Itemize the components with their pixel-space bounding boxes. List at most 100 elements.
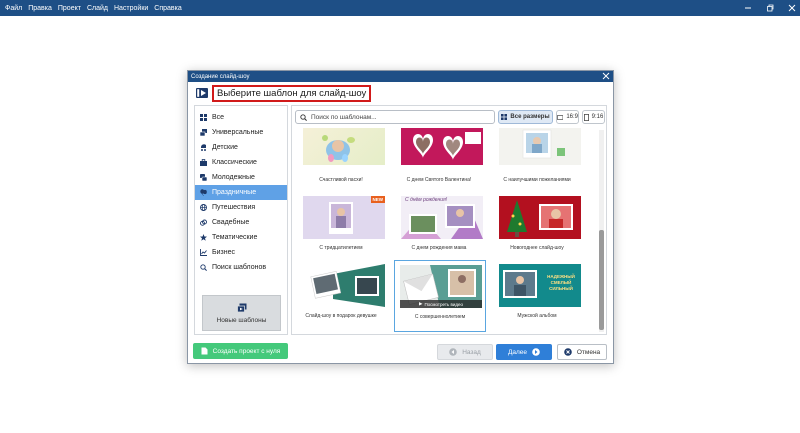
- template-thumbnail: NEW: [303, 196, 385, 239]
- new-templates-icon: [236, 303, 246, 312]
- template-card-best-wishes[interactable]: С наилучшими пожеланиями: [493, 128, 581, 196]
- template-card-girlfriend-gift[interactable]: Слайд-шоу в подарок девушке: [297, 264, 385, 332]
- rings-icon: [200, 219, 207, 226]
- back-button[interactable]: Назад: [437, 344, 493, 360]
- app-logo-icon: [196, 88, 208, 98]
- template-thumbnail: [303, 128, 385, 165]
- search-input[interactable]: Поиск по шаблонам...: [295, 110, 495, 124]
- template-caption: Новогоднее слайд-шоу: [510, 245, 564, 251]
- dialog-titlebar: Создание слайд-шоу: [188, 71, 613, 82]
- template-card-coming-of-age[interactable]: ▶ Посмотреть видео С совершеннолетием: [394, 260, 486, 332]
- cancel-icon: [564, 348, 572, 356]
- template-caption: Счастливой пасхи!: [319, 177, 363, 183]
- globe-icon: [200, 204, 207, 211]
- search-icon: [300, 113, 307, 121]
- chart-icon: [200, 249, 207, 256]
- sidebar-item-label: Поиск шаблонов: [212, 264, 267, 271]
- sidebar-item-label: Универсальные: [212, 129, 264, 136]
- app-menubar: Файл Правка Проект Слайд Настройки Справ…: [0, 0, 800, 16]
- filter-all-sizes-button[interactable]: Все размеры: [498, 110, 553, 124]
- next-label: Далее: [507, 348, 528, 356]
- create-from-scratch-button[interactable]: Создать проект с нуля: [193, 343, 288, 359]
- star-icon: [200, 234, 207, 241]
- play-icon: ▶: [418, 301, 423, 306]
- templates-scrollbar[interactable]: [599, 130, 604, 332]
- sidebar-item-label: Молодежные: [212, 174, 255, 181]
- template-thumbnail: [401, 128, 483, 165]
- sidebar-item-universal[interactable]: Универсальные: [195, 125, 287, 140]
- next-button[interactable]: Далее: [496, 344, 552, 360]
- sidebar-item-classic[interactable]: Классические: [195, 155, 287, 170]
- dialog-title: Создание слайд-шоу: [191, 73, 250, 80]
- sidebar-item-wedding[interactable]: Свадебные: [195, 215, 287, 230]
- template-caption: С днем Святого Валентина!: [406, 177, 472, 183]
- sidebar-item-business[interactable]: Бизнес: [195, 245, 287, 260]
- sidebar-item-holiday[interactable]: Праздничные: [195, 185, 287, 200]
- landscape-icon: [557, 114, 564, 120]
- template-caption: С тридцатилетием: [319, 245, 363, 251]
- maximize-icon[interactable]: [766, 4, 774, 12]
- sidebar-item-kids[interactable]: Детские: [195, 140, 287, 155]
- minimize-icon[interactable]: [744, 4, 752, 12]
- sidebar-item-label: Праздничные: [212, 189, 257, 196]
- preview-video-label: Посмотреть видео: [424, 301, 464, 307]
- template-caption: С днем рождения мама: [411, 245, 467, 251]
- sidebar-item-all[interactable]: Все: [195, 110, 287, 125]
- create-from-scratch-label: Создать проект с нуля: [212, 347, 281, 355]
- sidebar-item-label: Тематические: [212, 234, 258, 241]
- template-card-valentine[interactable]: С днем Святого Валентина!: [395, 128, 483, 196]
- scrollbar-thumb[interactable]: [599, 230, 604, 330]
- menu-project[interactable]: Проект: [58, 5, 81, 12]
- filter-all-sizes-label: Все размеры: [510, 114, 550, 120]
- create-slideshow-dialog: Создание слайд-шоу Выберите шаблон для с…: [187, 70, 614, 364]
- template-thumbnail: С днём рождения!: [401, 196, 483, 239]
- template-card-new-year[interactable]: Новогоднее слайд-шоу: [493, 196, 581, 264]
- easter-thumbnail-art: [322, 135, 355, 162]
- filter-9-16-button[interactable]: 9:16: [582, 110, 605, 124]
- menu-settings[interactable]: Настройки: [114, 5, 148, 12]
- preview-video-bar[interactable]: ▶ Посмотреть видео: [400, 300, 482, 308]
- stroller-icon: [201, 144, 206, 151]
- dialog-header: Выберите шаблон для слайд-шоу: [188, 82, 613, 104]
- sidebar-item-youth[interactable]: Молодежные: [195, 170, 287, 185]
- girlfriend-gift-thumbnail-art: [310, 264, 385, 307]
- new-project-icon: [201, 347, 208, 355]
- menu-help[interactable]: Справка: [154, 5, 181, 12]
- template-card-mens-album[interactable]: НАДЕЖНЫЙ СМЕЛЫЙ СИЛЬНЫЙ Мужской альбом: [493, 264, 581, 332]
- dialog-close-icon[interactable]: [602, 72, 610, 80]
- sidebar-item-thematic[interactable]: Тематические: [195, 230, 287, 245]
- template-caption: С совершеннолетием: [414, 314, 466, 320]
- template-caption: Слайд-шоу в подарок девушке: [305, 313, 377, 319]
- layers-icon: [200, 129, 207, 136]
- new-templates-button[interactable]: Новые шаблоны: [202, 295, 281, 331]
- balloons-icon: [200, 189, 207, 196]
- cancel-button[interactable]: Отмена: [557, 344, 607, 360]
- menu-file[interactable]: Файл: [5, 5, 22, 12]
- back-label: Назад: [462, 348, 481, 356]
- close-icon[interactable]: [788, 4, 796, 12]
- template-card-thirtieth[interactable]: NEW С тридцатилетием: [297, 196, 385, 264]
- filter-16-9-label: 16:9: [566, 114, 578, 120]
- search-placeholder: Поиск по шаблонам...: [311, 113, 377, 121]
- template-card-easter[interactable]: Счастливой пасхи!: [297, 128, 385, 196]
- template-overlay-text: С днём рождения!: [405, 197, 448, 203]
- grid-icon: [200, 114, 207, 121]
- new-templates-label: Новые шаблоны: [216, 316, 267, 324]
- sidebar-item-search[interactable]: Поиск шаблонов: [195, 260, 287, 275]
- menu-slide[interactable]: Слайд: [87, 5, 108, 12]
- menu-edit[interactable]: Правка: [28, 5, 52, 12]
- briefcase-icon: [200, 159, 207, 166]
- template-card-mom-birthday[interactable]: С днём рождения! С днем рождения мама: [395, 196, 483, 264]
- dialog-heading: Выберите шаблон для слайд-шоу: [212, 84, 372, 102]
- sidebar-item-label: Классические: [212, 159, 257, 166]
- template-caption: Мужской альбом: [517, 313, 557, 319]
- template-thumbnail: [499, 128, 581, 165]
- window-controls: [744, 0, 796, 16]
- grid-icon: [501, 114, 508, 120]
- filter-16-9-button[interactable]: 16:9: [556, 110, 579, 124]
- sidebar-item-travel[interactable]: Путешествия: [195, 200, 287, 215]
- sidebar-item-label: Детские: [212, 144, 238, 151]
- templates-panel: Поиск по шаблонам... Все размеры 16:9 9:…: [291, 105, 607, 335]
- portrait-icon: [583, 113, 589, 121]
- template-thumbnail: ▶ Посмотреть видео: [400, 265, 482, 308]
